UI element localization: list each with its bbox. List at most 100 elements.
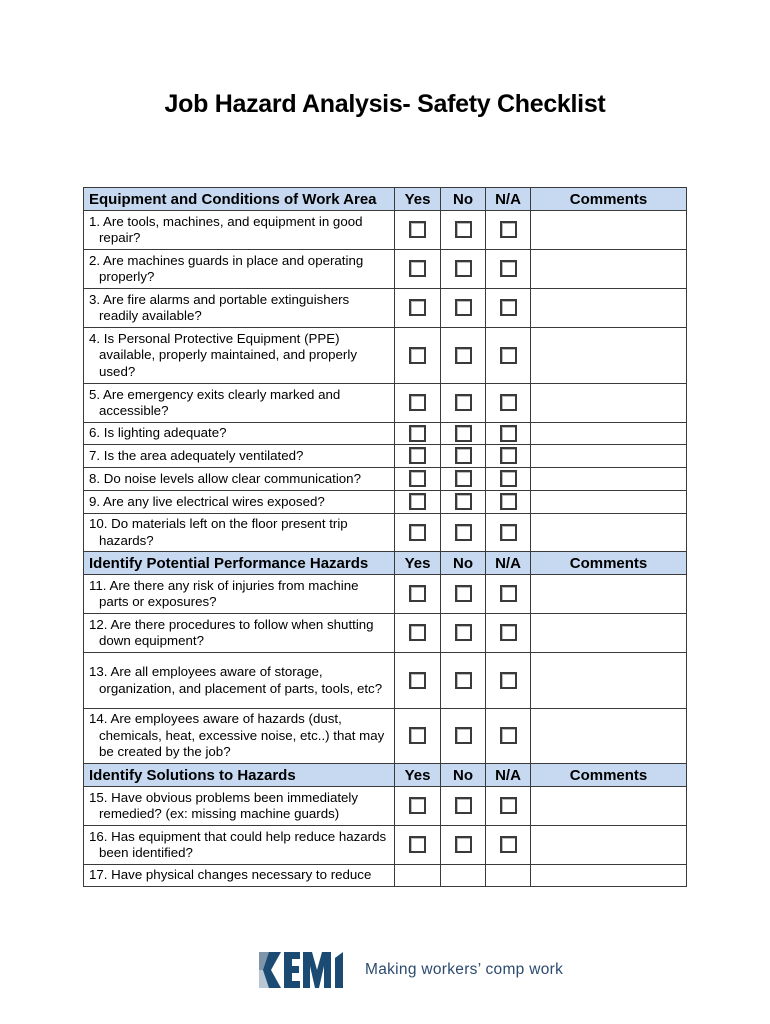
question-text: 9. Are any live electrical wires exposed… [89, 493, 325, 509]
checkbox-na[interactable] [499, 797, 517, 815]
checkbox-yes[interactable] [409, 470, 426, 488]
checklist-row: 2. Are machines guards in place and oper… [83, 249, 687, 289]
question-cell: 15. Have obvious problems been immediate… [83, 786, 395, 826]
question-cell: 3. Are fire alarms and portable extingui… [83, 288, 395, 328]
column-header-comments: Comments [530, 187, 687, 211]
checkbox-no[interactable] [454, 727, 472, 745]
checkbox-no[interactable] [454, 624, 472, 642]
answer-cell-no [440, 383, 486, 423]
answer-cell-no [440, 210, 486, 250]
checkbox-na[interactable] [499, 836, 517, 854]
checkbox-yes[interactable] [409, 299, 426, 317]
question-cell: 10. Do materials left on the floor prese… [83, 513, 395, 552]
answer-cell-na [485, 327, 531, 384]
checkbox-na[interactable] [499, 260, 517, 278]
checkbox-yes[interactable] [409, 221, 426, 239]
checklist-row: 4. Is Personal Protective Equipment (PPE… [83, 327, 687, 384]
question-cell: 11. Are there any risk of injuries from … [83, 574, 395, 614]
answer-cell-yes [394, 786, 441, 826]
checkbox-na[interactable] [499, 727, 517, 745]
checkbox-no[interactable] [454, 836, 472, 854]
comments-cell[interactable] [530, 864, 687, 887]
question-cell: 9. Are any live electrical wires exposed… [83, 490, 395, 514]
question-text: 2. Are machines guards in place and oper… [89, 252, 364, 285]
checkbox-na[interactable] [499, 221, 517, 239]
checkbox-no[interactable] [454, 447, 472, 465]
comments-cell[interactable] [530, 574, 687, 614]
comments-cell[interactable] [530, 786, 687, 826]
column-header-comments: Comments [530, 763, 687, 787]
checkbox-na[interactable] [499, 493, 517, 511]
question-text: 4. Is Personal Protective Equipment (PPE… [89, 330, 357, 379]
checkbox-no[interactable] [454, 394, 472, 412]
comments-cell[interactable] [530, 490, 687, 514]
comments-cell[interactable] [530, 652, 687, 709]
answer-cell-yes [394, 490, 441, 514]
checkbox-na[interactable] [499, 585, 517, 603]
checkbox-no[interactable] [454, 221, 472, 239]
checkbox-na[interactable] [499, 346, 517, 364]
checkbox-na[interactable] [499, 671, 517, 689]
checkbox-yes[interactable] [409, 585, 426, 603]
checkbox-no[interactable] [454, 346, 472, 364]
checkbox-na[interactable] [499, 424, 517, 442]
comments-cell[interactable] [530, 422, 687, 445]
checkbox-no[interactable] [454, 671, 472, 689]
checkbox-yes[interactable] [409, 447, 426, 465]
section-header: Equipment and Conditions of Work Area Yes… [83, 187, 687, 211]
checkbox-yes[interactable] [409, 493, 426, 511]
checkbox-no[interactable] [454, 523, 472, 541]
answer-cell-yes [394, 383, 441, 423]
answer-cell-na [485, 249, 531, 289]
answer-cell-no [440, 422, 486, 445]
comments-cell[interactable] [530, 210, 687, 250]
checkbox-na[interactable] [499, 447, 517, 465]
checklist-row: 17. Have physical changes necessary to r… [83, 864, 687, 887]
comments-cell[interactable] [530, 513, 687, 552]
checkbox-yes[interactable] [409, 727, 426, 745]
checkbox-no[interactable] [454, 585, 472, 603]
comments-cell[interactable] [530, 249, 687, 289]
answer-cell-yes [394, 513, 441, 552]
answer-cell-na [485, 467, 531, 491]
checkbox-no[interactable] [454, 424, 472, 442]
answer-cell-yes [394, 652, 441, 709]
checkbox-no[interactable] [454, 470, 472, 488]
comments-cell[interactable] [530, 444, 687, 468]
checkbox-yes[interactable] [409, 836, 426, 854]
checkbox-yes[interactable] [409, 394, 426, 412]
answer-cell-no [440, 864, 486, 887]
comments-cell[interactable] [530, 327, 687, 384]
checkbox-na[interactable] [499, 523, 517, 541]
checkbox-yes[interactable] [409, 346, 426, 364]
checkbox-yes[interactable] [409, 424, 426, 442]
checkbox-yes[interactable] [409, 260, 426, 278]
comments-cell[interactable] [530, 825, 687, 865]
checkbox-na[interactable] [499, 624, 517, 642]
section-heading: Identify Potential Performance Hazards [83, 551, 395, 575]
question-text: 3. Are fire alarms and portable extingui… [89, 291, 350, 324]
answer-cell-yes [394, 467, 441, 491]
comments-cell[interactable] [530, 467, 687, 491]
checkbox-yes[interactable] [409, 624, 426, 642]
checkbox-no[interactable] [454, 493, 472, 511]
question-text: 12. Are there procedures to follow when … [89, 616, 374, 649]
checkbox-yes[interactable] [409, 797, 426, 815]
checkbox-no[interactable] [454, 299, 472, 317]
checkbox-yes[interactable] [409, 523, 426, 541]
comments-cell[interactable] [530, 613, 687, 653]
checkbox-na[interactable] [499, 299, 517, 317]
answer-cell-yes [394, 864, 441, 887]
checklist-row: 5. Are emergency exits clearly marked an… [83, 383, 687, 423]
comments-cell[interactable] [530, 708, 687, 764]
checkbox-no[interactable] [454, 797, 472, 815]
answer-cell-na [485, 383, 531, 423]
comments-cell[interactable] [530, 288, 687, 328]
checkbox-na[interactable] [499, 470, 517, 488]
checkbox-na[interactable] [499, 394, 517, 412]
comments-cell[interactable] [530, 383, 687, 423]
question-cell: 14. Are employees aware of hazards (dust… [83, 708, 395, 764]
checkbox-yes[interactable] [409, 671, 426, 689]
checkbox-no[interactable] [454, 260, 472, 278]
answer-cell-no [440, 574, 486, 614]
